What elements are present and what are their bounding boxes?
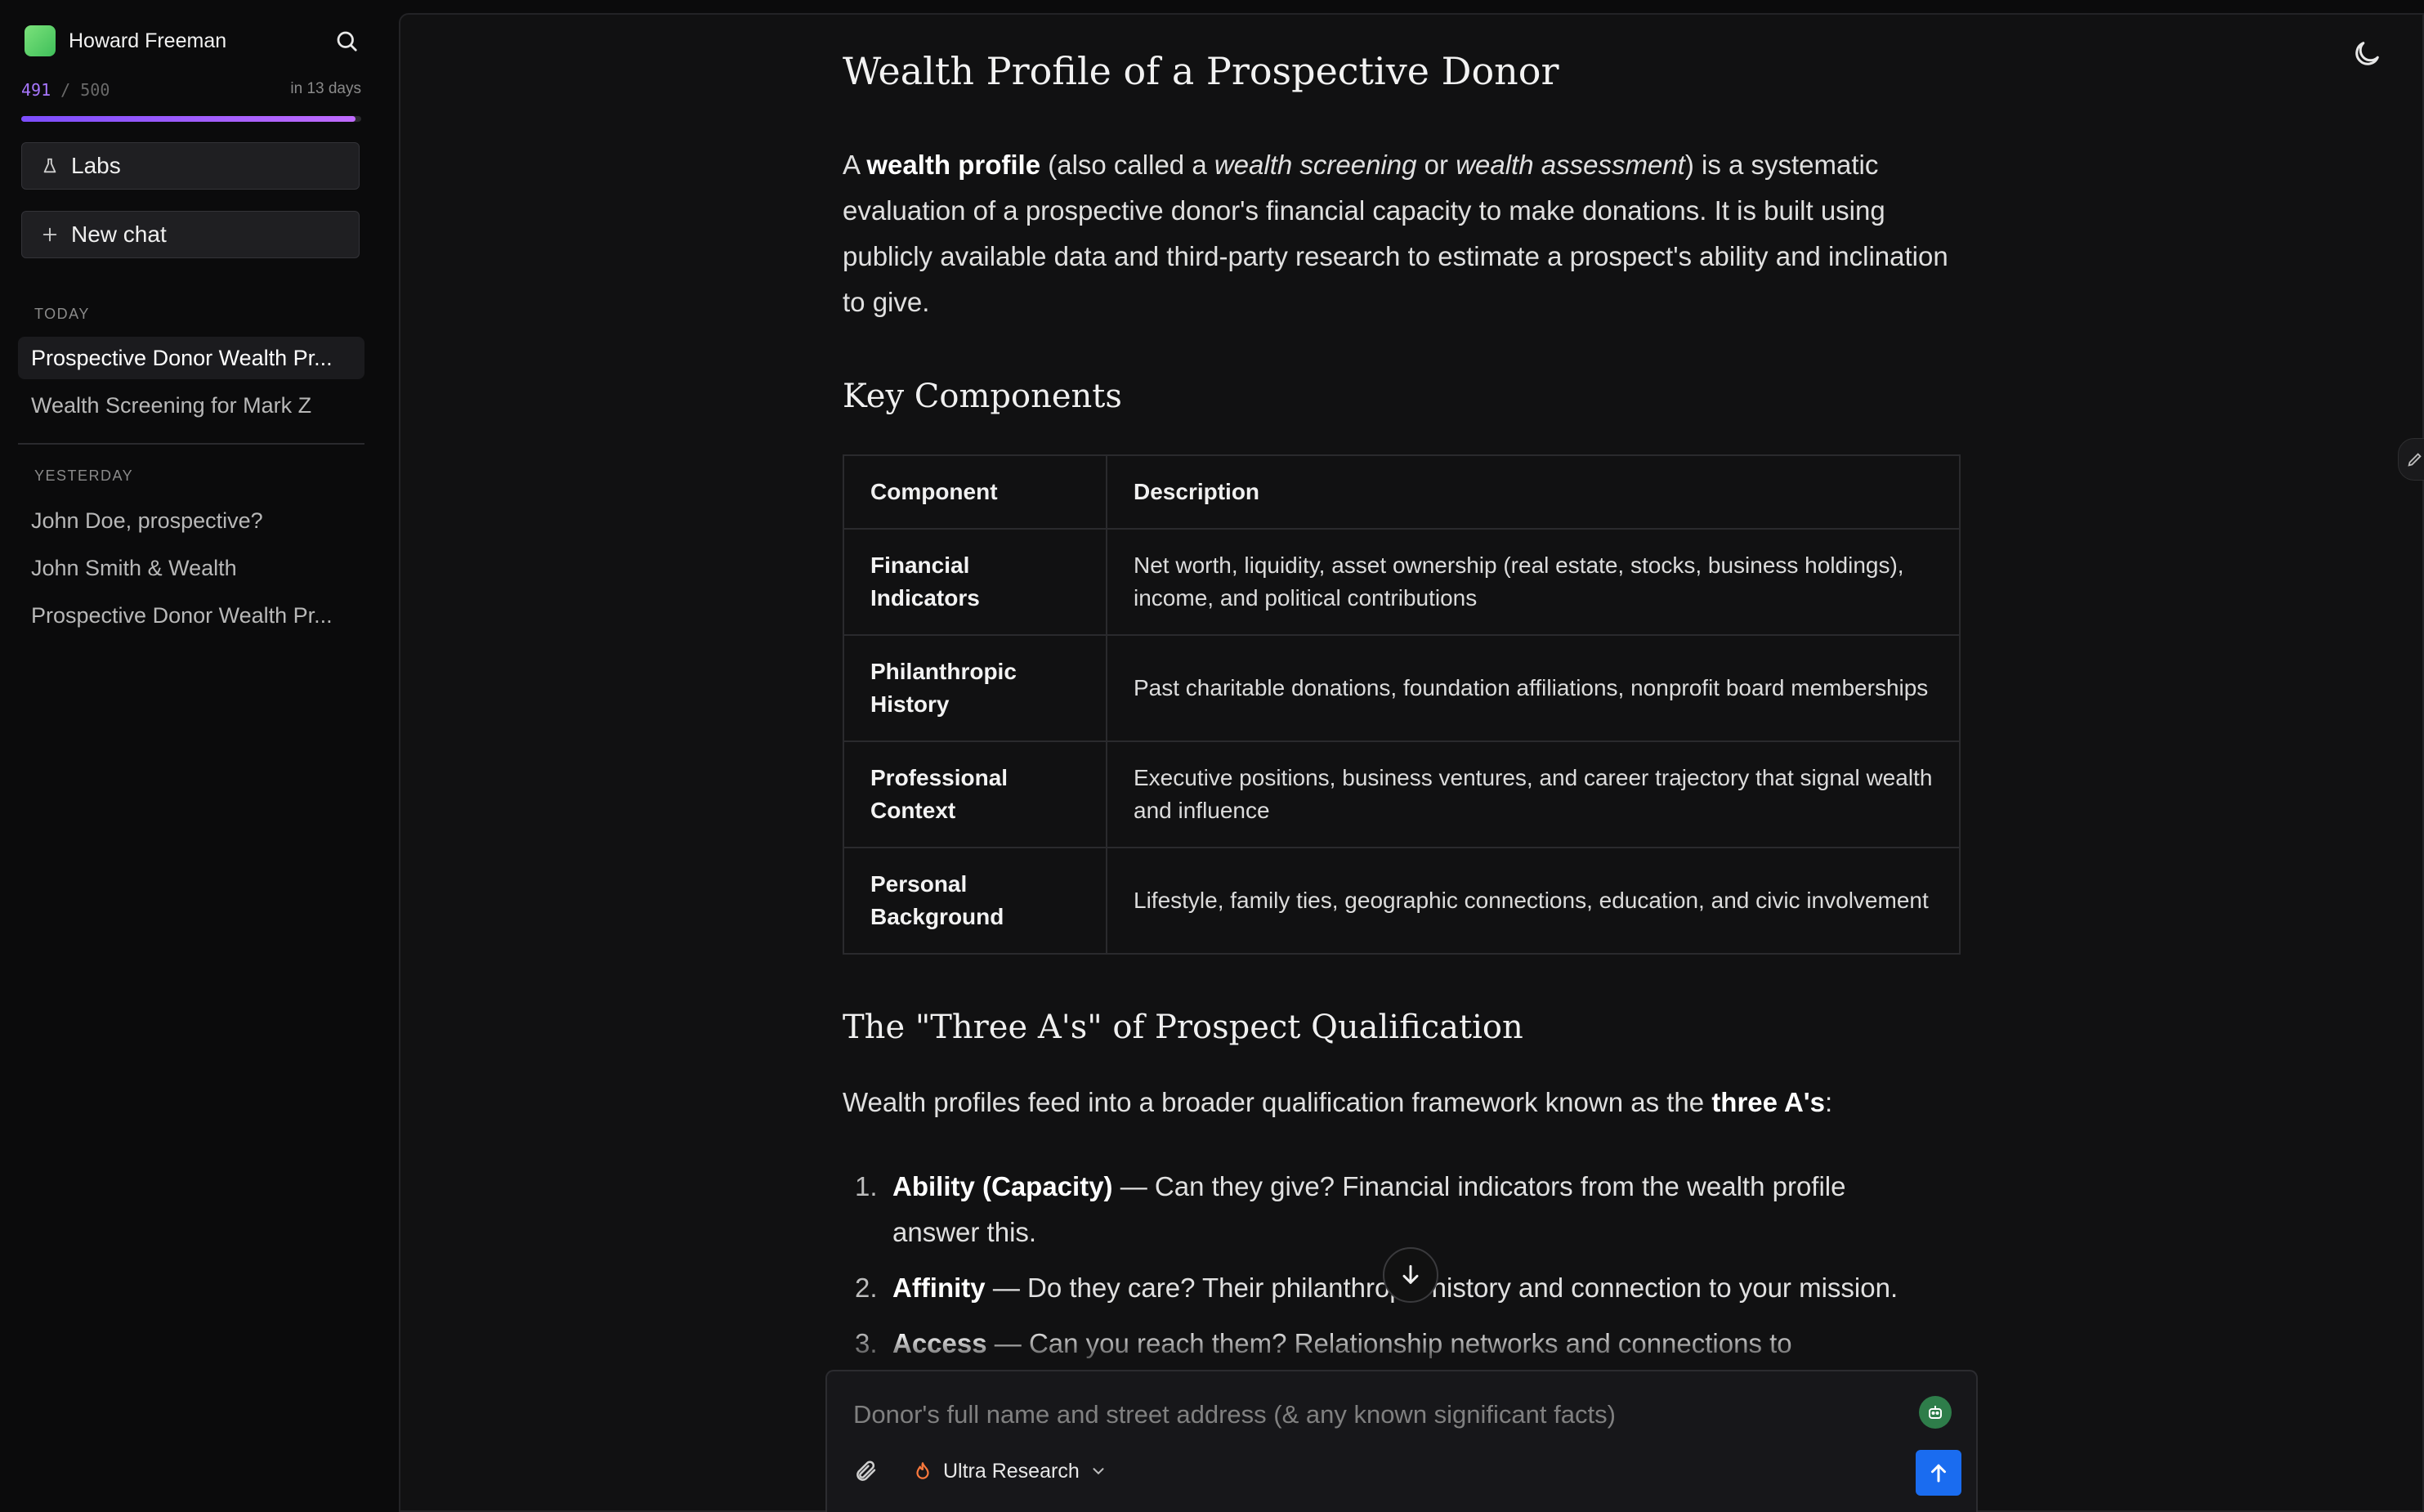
- table-cell-description: Executive positions, business ventures, …: [1106, 740, 1961, 848]
- list-term: Ability (Capacity): [892, 1171, 1113, 1201]
- research-mode-label: Ultra Research: [943, 1459, 1080, 1483]
- list-text: — Can you reach them? Relationship netwo…: [986, 1328, 1792, 1358]
- send-button[interactable]: [1916, 1450, 1961, 1496]
- chevron-down-icon: [1089, 1462, 1107, 1480]
- table-header: Component: [843, 454, 1107, 530]
- list-term: Access: [892, 1328, 987, 1358]
- search-button[interactable]: [330, 25, 363, 57]
- new-chat-label: New chat: [71, 221, 167, 247]
- three-as-intro-text: Wealth profiles feed into a broader qual…: [843, 1087, 1712, 1117]
- table-row: Financial Indicators Net worth, liquidit…: [843, 528, 1961, 636]
- prompt-input[interactable]: [852, 1396, 1901, 1434]
- intro-text: or: [1416, 150, 1456, 180]
- usage-progress-fill: [21, 116, 356, 122]
- intro-text: A: [843, 150, 867, 180]
- table-header-row: Component Description: [843, 454, 1961, 530]
- usage-reset: in 13 days: [290, 80, 361, 97]
- article-title: Wealth Profile of a Prospective Donor: [843, 49, 1559, 93]
- table-cell-description: Lifestyle, family ties, geographic conne…: [1106, 847, 1961, 955]
- components-table: Component Description Financial Indicato…: [843, 454, 1961, 955]
- intro-text: (also called a: [1040, 150, 1214, 180]
- table-cell-component: Financial Indicators: [843, 528, 1107, 636]
- chat-item[interactable]: Wealth Screening for Mark Z: [18, 384, 364, 427]
- composer: Ultra Research: [825, 1370, 1978, 1512]
- table-cell-component: Personal Background: [843, 847, 1107, 955]
- list-item: 3. Access — Can you reach them? Relation…: [855, 1321, 1917, 1367]
- search-icon: [337, 31, 357, 51]
- scroll-to-bottom-button[interactable]: [1383, 1247, 1438, 1303]
- flask-icon: [40, 156, 60, 176]
- chat-item[interactable]: John Smith & Wealth: [18, 547, 364, 589]
- user-row[interactable]: Howard Freeman: [25, 25, 363, 57]
- usage-progress-bar: [21, 116, 361, 122]
- list-term: Affinity: [892, 1273, 986, 1303]
- usage-limit: 500: [80, 80, 110, 100]
- chat-item[interactable]: Prospective Donor Wealth Pr...: [18, 594, 364, 637]
- sidebar-divider: [18, 443, 364, 445]
- three-as-intro-text: :: [1824, 1087, 1833, 1117]
- assistant-bot-badge[interactable]: [1919, 1396, 1952, 1429]
- section-label-yesterday: YESTERDAY: [34, 467, 134, 484]
- usage-used: 491: [21, 80, 51, 100]
- table-row: Philanthropic History Past charitable do…: [843, 634, 1961, 742]
- plus-icon: [40, 225, 60, 244]
- panel-handle[interactable]: [2398, 438, 2424, 481]
- intro-alt-term: wealth screening: [1214, 150, 1417, 180]
- usage-counter: 491 / 500 in 13 days: [21, 80, 361, 100]
- chat-item[interactable]: John Doe, prospective?: [18, 499, 364, 542]
- list-number: 3.: [855, 1328, 878, 1358]
- list-item: 1. Ability (Capacity) — Can they give? F…: [855, 1164, 1917, 1255]
- usage-separator: /: [60, 80, 71, 100]
- table-row: Personal Background Lifestyle, family ti…: [843, 847, 1961, 955]
- table-header: Description: [1106, 454, 1961, 530]
- bot-icon: [1929, 1406, 1942, 1419]
- arrow-up-icon: [1931, 1464, 1946, 1483]
- attach-button[interactable]: [852, 1456, 881, 1486]
- list-text: — Do they care? Their philanthropic hist…: [985, 1273, 1899, 1303]
- three-as-intro: Wealth profiles feed into a broader qual…: [843, 1087, 1832, 1118]
- table-row: Professional Context Executive positions…: [843, 740, 1961, 848]
- section-heading-key-components: Key Components: [843, 378, 1122, 415]
- pencil-icon: [2408, 453, 2422, 467]
- table-cell-description: Past charitable donations, foundation af…: [1106, 634, 1961, 742]
- section-label-today: TODAY: [34, 306, 90, 322]
- user-name: Howard Freeman: [69, 29, 227, 52]
- avatar[interactable]: [25, 25, 56, 56]
- research-mode-selector[interactable]: Ultra Research: [912, 1453, 1107, 1489]
- arrow-down-icon: [1402, 1264, 1419, 1284]
- intro-paragraph: A wealth profile (also called a wealth s…: [843, 142, 1962, 325]
- table-cell-description: Net worth, liquidity, asset ownership (r…: [1106, 528, 1961, 636]
- moon-icon: [2355, 42, 2379, 65]
- list-number: 1.: [855, 1171, 878, 1201]
- chat-item[interactable]: Prospective Donor Wealth Pr...: [18, 337, 364, 379]
- intro-alt-term: wealth assessment: [1456, 150, 1685, 180]
- flame-icon: [912, 1460, 935, 1483]
- labs-button[interactable]: Labs: [21, 142, 360, 190]
- labs-label: Labs: [71, 153, 121, 178]
- new-chat-button[interactable]: New chat: [21, 211, 360, 258]
- list-number: 2.: [855, 1273, 878, 1303]
- three-as-intro-term: three A's: [1711, 1087, 1825, 1117]
- theme-toggle-button[interactable]: [2350, 38, 2383, 70]
- intro-term: wealth profile: [866, 150, 1041, 180]
- table-cell-component: Philanthropic History: [843, 634, 1107, 742]
- section-heading-three-as: The "Three A's" of Prospect Qualificatio…: [843, 1009, 1523, 1046]
- table-cell-component: Professional Context: [843, 740, 1107, 848]
- sidebar: Howard Freeman 491 / 500 in 13 days Labs…: [0, 0, 389, 1512]
- paperclip-icon: [856, 1461, 876, 1481]
